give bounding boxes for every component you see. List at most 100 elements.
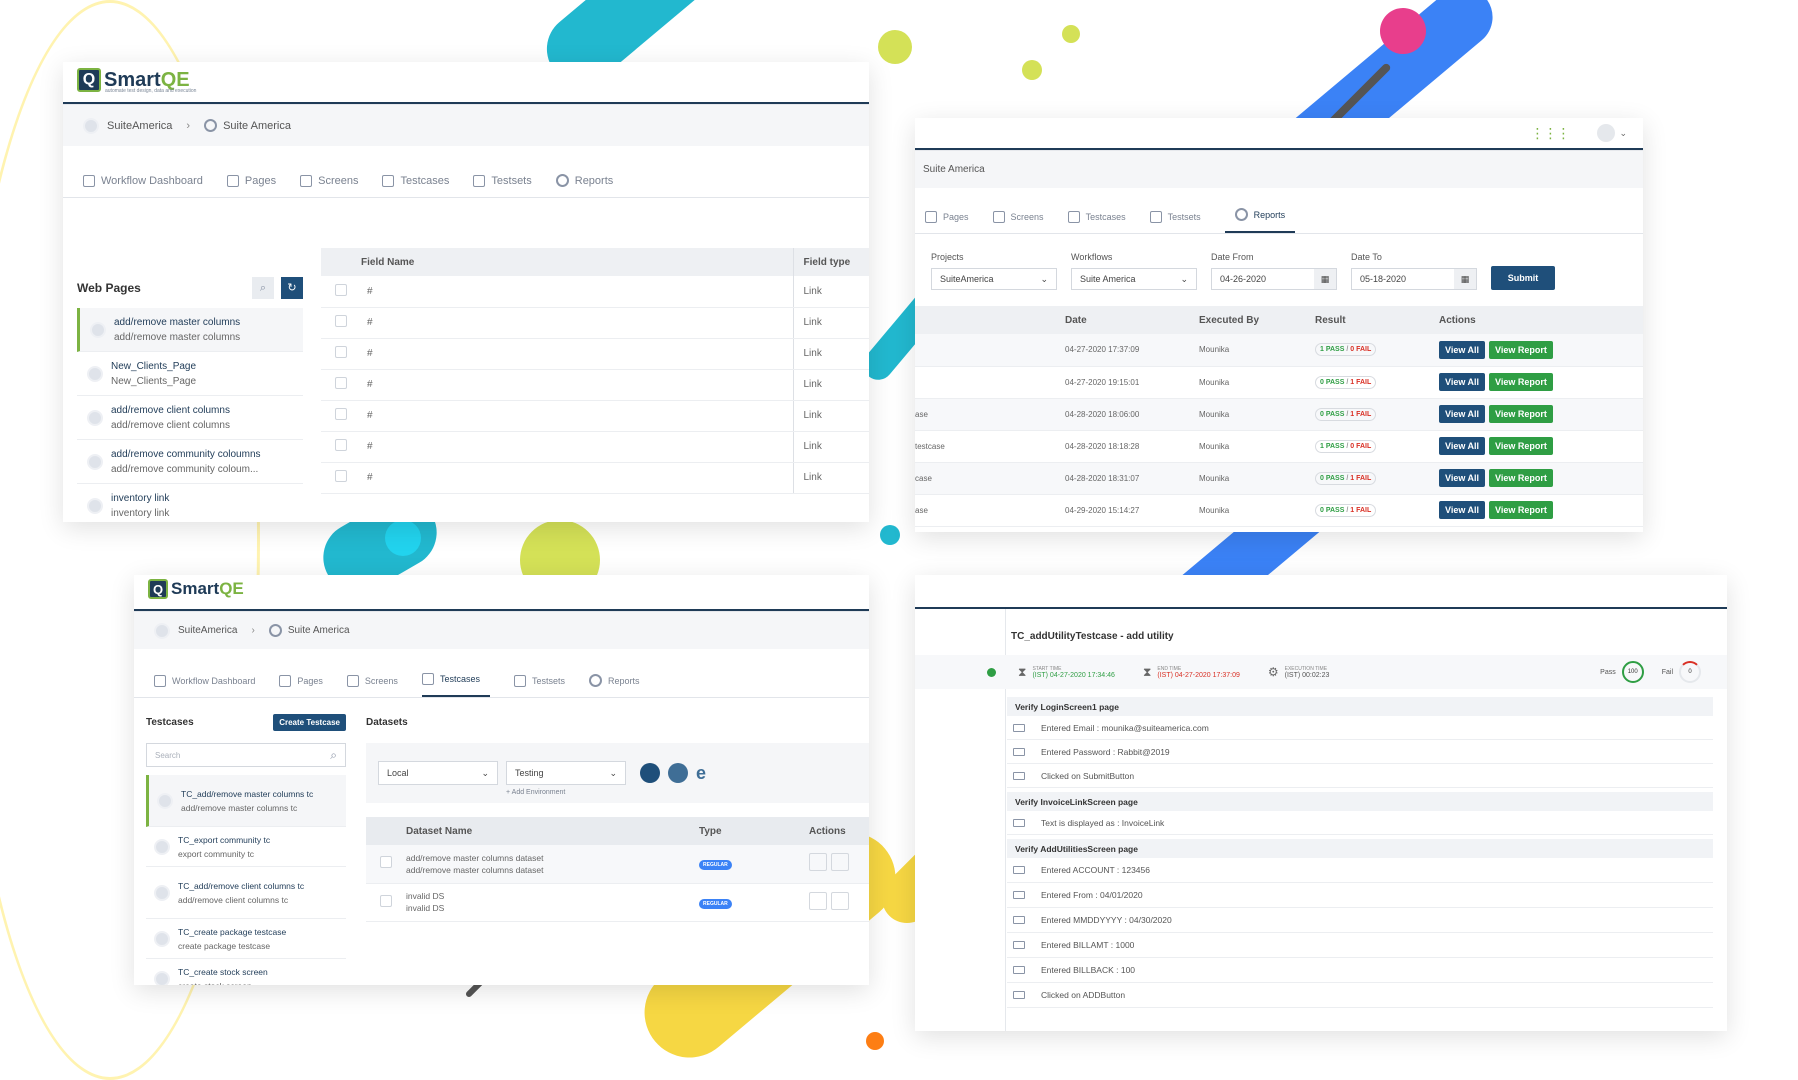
tab-testcases[interactable]: Testcases	[1067, 201, 1126, 233]
testcases-icon	[382, 175, 395, 187]
testcase-item[interactable]: TC_add/remove client columns tc add/remov…	[146, 867, 346, 919]
row-checkbox[interactable]	[335, 346, 347, 358]
internet-explorer-icon[interactable]: e	[696, 763, 716, 783]
copy-icon[interactable]	[809, 853, 827, 872]
table-row[interactable]: # Link	[321, 400, 869, 432]
testcase-item[interactable]: TC_export community tc export community t…	[146, 827, 346, 867]
calendar-icon[interactable]: ▦	[1454, 269, 1476, 289]
apps-grid-icon[interactable]: ⋮⋮⋮	[1530, 125, 1570, 142]
projects-label: Projects	[931, 252, 964, 262]
row-checkbox[interactable]	[335, 377, 347, 389]
testcase-item[interactable]: TC_create package testcase create package…	[146, 919, 346, 959]
view-report-button[interactable]: View Report	[1489, 469, 1553, 487]
tab-reports[interactable]: Reports	[555, 164, 613, 197]
row-checkbox[interactable]	[335, 283, 347, 296]
avatar[interactable]	[1597, 124, 1616, 142]
tab-testcases[interactable]: Testcases	[382, 165, 449, 197]
list-item[interactable]: add/remove master columns add/remove mast…	[77, 308, 303, 352]
pages-icon	[279, 675, 292, 687]
tab-pages[interactable]: Pages	[226, 165, 276, 197]
workflows-select[interactable]: Suite America ⌄	[1071, 268, 1197, 290]
table-row: 04-27-2020 19:15:01 Mounika 0 PASS / 1 FAI…	[915, 366, 1643, 399]
list-item[interactable]: New_Clients_Page New_Clients_Page	[77, 352, 303, 396]
add-environment-link[interactable]: + Add Environment	[506, 789, 565, 796]
row-checkbox[interactable]	[335, 408, 347, 420]
row-checkbox[interactable]	[335, 439, 347, 451]
row-checkbox[interactable]	[335, 315, 347, 327]
pass-fail-summary: Pass 100 Fail 0	[1600, 661, 1701, 683]
chrome-icon[interactable]	[640, 763, 660, 783]
tab-screens[interactable]: Screens	[346, 665, 398, 697]
tab-reports[interactable]: Reports	[1224, 198, 1296, 233]
globe-icon	[204, 119, 218, 132]
table-row[interactable]: # Link	[321, 462, 869, 494]
tab-screens[interactable]: Screens	[300, 165, 358, 197]
date-to-input[interactable]: 05-18-2020 ▦	[1351, 268, 1477, 290]
config-select[interactable]: Testing ⌄	[506, 761, 626, 785]
view-report-button[interactable]: View Report	[1489, 405, 1553, 423]
step-text: Clicked on ADDButton	[1041, 990, 1126, 1000]
chevron-down-icon[interactable]: ⌄	[1619, 128, 1627, 139]
table-row[interactable]: # Link	[321, 276, 869, 308]
tab-pages[interactable]: Pages	[279, 665, 323, 697]
row-checkbox[interactable]	[380, 894, 392, 907]
tab-workflow-dashboard[interactable]: Workflow Dashboard	[154, 665, 255, 697]
row-checkbox[interactable]	[380, 856, 392, 869]
breadcrumb-workflow[interactable]: Suite America	[923, 164, 985, 175]
tab-reports[interactable]: Reports	[588, 664, 640, 697]
tab-testcases[interactable]: Testcases	[421, 663, 490, 697]
breadcrumb-workflow[interactable]: Suite America	[223, 120, 291, 132]
edit-icon[interactable]	[831, 891, 849, 910]
step-text: Entered BILLAMT : 1000	[1041, 940, 1135, 950]
submit-button[interactable]: Submit	[1491, 266, 1555, 290]
view-all-button[interactable]: View All	[1439, 373, 1486, 391]
table-row[interactable]: # Link	[321, 369, 869, 401]
calendar-icon[interactable]: ▦	[1314, 269, 1336, 289]
edit-icon[interactable]	[831, 853, 849, 872]
view-all-button[interactable]: View All	[1439, 501, 1486, 519]
tab-pages[interactable]: Pages	[925, 201, 969, 233]
tab-testsets[interactable]: Testsets	[513, 665, 565, 697]
testcase-item[interactable]: TC_add/remove master columns tc add/remov…	[146, 775, 346, 827]
list-item[interactable]: add/remove client columns add/remove clie…	[77, 396, 303, 440]
environment-select[interactable]: Local ⌄	[378, 761, 498, 785]
table-row[interactable]: invalid DS invalid DS REGULAR	[366, 883, 869, 922]
breadcrumb-project[interactable]: SuiteAmerica	[107, 120, 172, 132]
search-icon[interactable]: ⌕	[251, 277, 274, 299]
view-all-button[interactable]: View All	[1439, 405, 1486, 423]
list-item[interactable]: inventory link inventory link	[77, 484, 303, 522]
view-report-button[interactable]: View Report	[1489, 373, 1553, 391]
field-name-cell: #	[361, 400, 793, 432]
view-report-button[interactable]: View Report	[1489, 340, 1553, 359]
testcase-icon	[154, 930, 170, 947]
projects-select[interactable]: SuiteAmerica ⌄	[931, 268, 1057, 290]
view-all-button[interactable]: View All	[1439, 340, 1486, 359]
table-row[interactable]: # Link	[321, 431, 869, 463]
tab-workflow-dashboard[interactable]: Workflow Dashboard	[83, 165, 203, 197]
row-checkbox[interactable]	[335, 470, 347, 482]
view-all-button[interactable]: View All	[1439, 469, 1486, 487]
testcase-item[interactable]: TC_create stock screen create stock scree…	[146, 959, 346, 985]
search-icon[interactable]: ⌕	[330, 748, 337, 763]
run-name-cell: case	[915, 462, 1065, 495]
tab-testsets[interactable]: Testsets	[1149, 201, 1201, 233]
step-type-icon	[1013, 818, 1025, 827]
copy-icon[interactable]	[809, 891, 827, 910]
table-row[interactable]: # Link	[321, 338, 869, 370]
tab-screens[interactable]: Screens	[992, 201, 1044, 233]
field-name-cell: #	[361, 462, 793, 494]
breadcrumb-project[interactable]: SuiteAmerica	[178, 625, 237, 636]
table-row[interactable]: # Link	[321, 307, 869, 339]
list-item[interactable]: add/remove community coloumns add/remove …	[77, 440, 303, 484]
search-input[interactable]: Search ⌕	[146, 743, 346, 767]
tab-testsets[interactable]: Testsets	[473, 165, 532, 197]
create-testcase-button[interactable]: Create Testcase	[273, 713, 346, 731]
date-from-input[interactable]: 04-26-2020 ▦	[1211, 268, 1337, 290]
table-row[interactable]: add/remove master columns dataset add/rem…	[366, 845, 869, 884]
refresh-icon[interactable]: ↻	[281, 277, 303, 299]
view-report-button[interactable]: View Report	[1489, 437, 1553, 455]
view-all-button[interactable]: View All	[1439, 437, 1486, 455]
firefox-icon[interactable]	[668, 763, 688, 783]
breadcrumb-workflow[interactable]: Suite America	[288, 625, 350, 636]
view-report-button[interactable]: View Report	[1489, 501, 1553, 519]
